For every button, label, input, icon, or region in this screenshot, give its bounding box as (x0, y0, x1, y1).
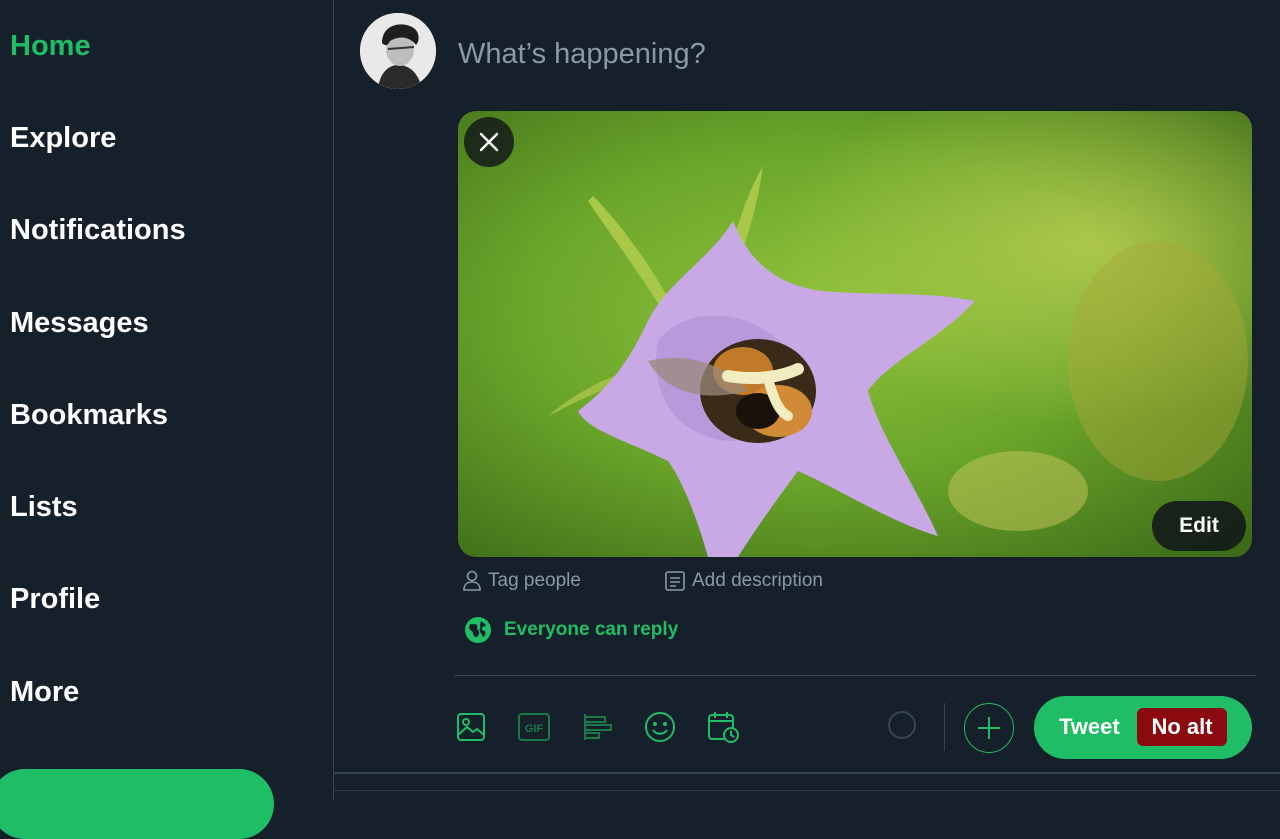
tweet-button-label: Tweet (1059, 714, 1120, 739)
add-description-link[interactable]: Add description (664, 570, 823, 592)
reply-setting-button[interactable]: Everyone can reply (464, 616, 678, 644)
description-icon (665, 571, 685, 591)
tweet-button[interactable]: Tweet No alt (1034, 696, 1252, 759)
edit-media-button[interactable]: Edit (1152, 501, 1246, 551)
poll-icon (584, 714, 612, 740)
svg-text:GIF: GIF (525, 723, 544, 735)
timeline-divider-secondary (334, 790, 1280, 791)
composer-divider (454, 675, 1256, 676)
gif-button[interactable]: GIF (517, 710, 551, 744)
sidebar-item-lists[interactable]: Lists (10, 491, 78, 524)
tag-people-label: Tag people (488, 570, 581, 591)
attached-image: Edit (458, 111, 1252, 557)
sidebar-tweet-button[interactable] (0, 769, 274, 839)
toolbar-separator (944, 703, 945, 751)
sidebar-divider (333, 0, 334, 800)
close-icon (479, 132, 499, 152)
add-description-label: Add description (692, 570, 823, 591)
image-icon (457, 713, 485, 741)
character-counter-ring (888, 711, 916, 739)
globe-icon (465, 617, 491, 643)
timeline-divider (334, 772, 1280, 774)
tag-people-link[interactable]: Tag people (462, 570, 581, 592)
plus-icon (978, 717, 1000, 739)
sidebar-item-messages[interactable]: Messages (10, 307, 149, 340)
reply-setting-label: Everyone can reply (504, 619, 679, 640)
avatar[interactable] (360, 13, 436, 89)
add-thread-button[interactable] (964, 703, 1014, 753)
sidebar-item-more[interactable]: More (10, 676, 79, 709)
sidebar-item-bookmarks[interactable]: Bookmarks (10, 399, 168, 432)
emoji-button[interactable] (643, 710, 677, 744)
media-button[interactable] (454, 710, 488, 744)
no-alt-badge: No alt (1137, 708, 1227, 746)
poll-button[interactable] (580, 710, 614, 744)
gif-icon: GIF (518, 713, 550, 741)
sidebar-item-profile[interactable]: Profile (10, 583, 100, 616)
person-icon (463, 570, 481, 591)
schedule-icon (708, 712, 739, 743)
flower-bee-photo (458, 111, 1252, 557)
remove-media-button[interactable] (464, 117, 514, 167)
sidebar-item-explore[interactable]: Explore (10, 122, 116, 155)
avatar-photo (360, 13, 436, 89)
sidebar-item-home[interactable]: Home (10, 30, 91, 63)
compose-input[interactable]: What’s happening? (458, 38, 706, 71)
schedule-button[interactable] (706, 710, 740, 744)
emoji-icon (645, 712, 675, 742)
sidebar-nav: Home Explore Notifications Messages Book… (0, 0, 333, 839)
sidebar-item-notifications[interactable]: Notifications (10, 214, 186, 247)
